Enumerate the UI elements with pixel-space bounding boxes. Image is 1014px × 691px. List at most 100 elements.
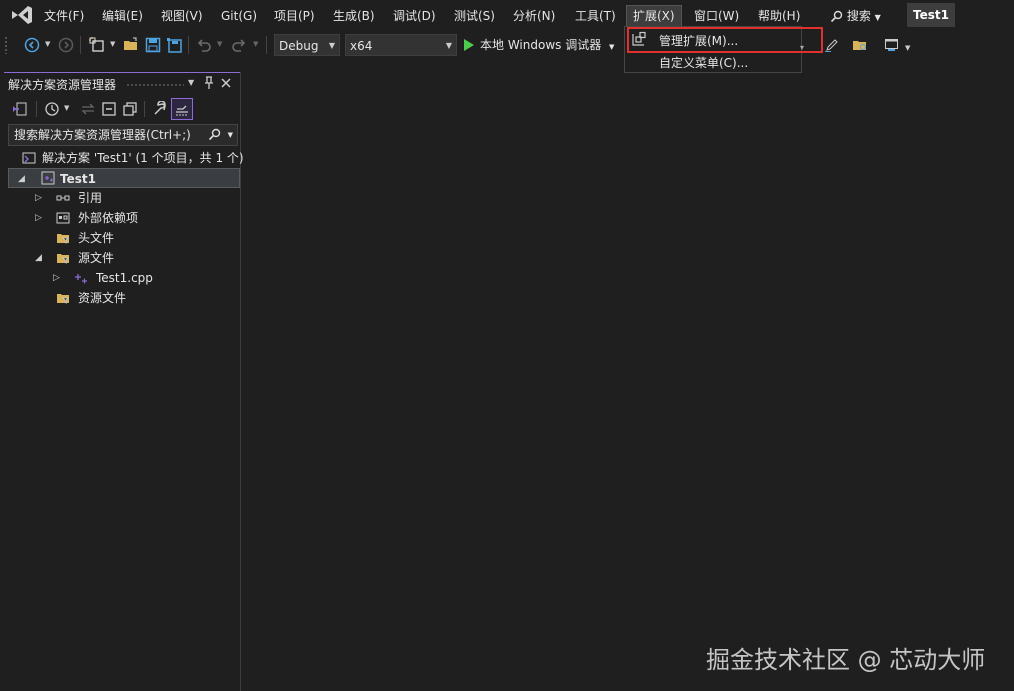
collapse-all-icon[interactable]	[101, 101, 117, 117]
toolbar-overflow-icon[interactable]: ▼	[905, 44, 910, 52]
solution-platform-select[interactable]: x64 ▼	[345, 34, 457, 56]
menu-help[interactable]: 帮助(H)	[758, 7, 800, 25]
preview-selected-items-button[interactable]	[171, 98, 193, 120]
tree-label: 头文件	[78, 231, 115, 245]
navigate-forward-icon[interactable]	[58, 37, 74, 53]
collapsed-arrow-icon[interactable]: ▷	[53, 268, 60, 288]
menu-build[interactable]: 生成(B)	[333, 7, 375, 25]
filter-dropdown-icon[interactable]: ▼	[64, 104, 69, 112]
menu-project[interactable]: 项目(P)	[274, 7, 315, 25]
save-icon[interactable]	[145, 37, 161, 53]
undo-icon[interactable]	[196, 37, 212, 53]
solution-explorer-title: 解决方案资源管理器	[8, 78, 117, 92]
expand-arrow-icon[interactable]: ◢	[35, 248, 42, 268]
tree-label: 源文件	[78, 251, 115, 265]
menu-analyze[interactable]: 分析(N)	[513, 7, 555, 25]
cpp-project-icon	[41, 171, 55, 185]
tree-header-files-node[interactable]: 头文件	[8, 228, 240, 248]
collapsed-arrow-icon[interactable]: ▷	[35, 208, 42, 228]
navigate-back-icon[interactable]	[24, 37, 40, 53]
external-dependencies-icon	[56, 212, 70, 224]
solution-search-input[interactable]: 搜索解决方案资源管理器(Ctrl+;) ▼	[8, 124, 238, 146]
menu-git[interactable]: Git(G)	[221, 7, 257, 25]
global-search-button[interactable]: 搜索 ▼	[830, 7, 881, 24]
start-debugging-button[interactable]: 本地 Windows 调试器 ▼	[464, 36, 614, 56]
toolbar-separator	[144, 101, 145, 117]
platform-value: x64	[350, 39, 373, 53]
chevron-down-icon: ▼	[609, 43, 615, 51]
chevron-down-icon: ▼	[445, 41, 452, 50]
new-item-dropdown-icon[interactable]: ▼	[110, 40, 115, 48]
run-label: 本地 Windows 调试器	[480, 38, 602, 52]
toolbar-separator	[36, 101, 37, 117]
window-layout-icon[interactable]	[884, 37, 900, 53]
switch-views-icon[interactable]	[12, 101, 28, 117]
panel-active-accent	[4, 72, 240, 73]
properties-wrench-icon[interactable]	[152, 101, 168, 117]
open-folder-icon[interactable]	[123, 37, 139, 53]
toolbar-separator	[188, 36, 189, 54]
tree-label: 引用	[78, 191, 103, 205]
pending-changes-filter-icon[interactable]	[44, 101, 60, 117]
tree-resource-files-node[interactable]: 资源文件	[8, 288, 240, 308]
chevron-down-icon: ▼	[328, 41, 335, 50]
search-label: 搜索	[846, 9, 871, 23]
search-options-icon[interactable]: ▼	[228, 125, 233, 145]
chevron-down-icon: ▼	[874, 13, 881, 22]
solution-icon	[22, 152, 36, 164]
tree-label: 资源文件	[78, 291, 127, 305]
filter-folder-icon	[57, 294, 69, 304]
toolbar-separator	[266, 36, 267, 54]
tree-label: Test1.cpp	[96, 271, 153, 285]
solution-name-badge[interactable]: Test1	[907, 3, 955, 27]
tree-label: 外部依赖项	[78, 211, 139, 225]
play-icon	[464, 38, 474, 51]
tree-external-deps-node[interactable]: ▷ 外部依赖项	[8, 208, 240, 228]
back-dropdown-icon[interactable]: ▼	[45, 40, 50, 48]
visual-studio-logo-icon[interactable]	[10, 5, 34, 25]
solution-configuration-select[interactable]: Debug ▼	[274, 34, 340, 56]
menu-file[interactable]: 文件(F)	[44, 7, 84, 25]
save-all-icon[interactable]	[166, 37, 182, 53]
edit-pencil-icon[interactable]	[824, 37, 840, 53]
panel-options-icon[interactable]: ▼	[188, 78, 194, 87]
search-placeholder: 搜索解决方案资源管理器(Ctrl+;)	[14, 128, 191, 142]
menu-test[interactable]: 测试(S)	[454, 7, 495, 25]
menu-edit[interactable]: 编辑(E)	[102, 7, 143, 25]
collapsed-arrow-icon[interactable]: ▷	[35, 188, 42, 208]
watermark-text: 掘金技术社区 @ 芯动大师	[706, 646, 986, 674]
menu-window[interactable]: 窗口(W)	[694, 7, 739, 25]
new-project-icon[interactable]	[89, 37, 105, 53]
show-all-files-icon[interactable]	[122, 101, 138, 117]
tree-label: 解决方案 'Test1' (1 个项目，共 1 个)	[42, 151, 244, 165]
close-icon[interactable]	[221, 78, 231, 88]
search-icon	[830, 10, 843, 23]
folder-search-icon[interactable]	[852, 37, 868, 53]
preview-icon	[176, 105, 188, 116]
panel-drag-grip[interactable]	[126, 83, 184, 87]
tree-cpp-file-node[interactable]: ▷ Test1.cpp	[8, 268, 240, 288]
pin-icon[interactable]	[203, 76, 215, 90]
filter-folder-open-icon	[57, 254, 69, 264]
menu-debug[interactable]: 调试(D)	[393, 7, 436, 25]
menu-tools[interactable]: 工具(T)	[575, 7, 616, 25]
toolbar-grip[interactable]	[4, 36, 8, 54]
tree-project-node[interactable]: ◢ Test1	[8, 168, 240, 188]
menu-item-customize-menu[interactable]: 自定义菜单(C)...	[659, 54, 748, 71]
sync-with-active-document-icon[interactable]	[80, 101, 96, 117]
undo-dropdown-icon[interactable]: ▼	[217, 40, 222, 48]
search-icon	[208, 128, 221, 141]
configuration-value: Debug	[279, 39, 319, 53]
redo-icon[interactable]	[231, 37, 247, 53]
filter-folder-icon	[57, 234, 69, 244]
tree-solution-node[interactable]: 解决方案 'Test1' (1 个项目，共 1 个)	[8, 148, 244, 168]
cpp-file-icon	[75, 274, 87, 284]
expand-arrow-icon[interactable]: ◢	[18, 169, 25, 189]
tree-label: Test1	[60, 172, 96, 186]
redo-dropdown-icon[interactable]: ▼	[253, 40, 258, 48]
tree-source-files-node[interactable]: ◢ 源文件	[8, 248, 240, 268]
menu-view[interactable]: 视图(V)	[161, 7, 203, 25]
toolbar-separator	[80, 36, 81, 54]
menu-extensions[interactable]: 扩展(X)	[626, 5, 682, 27]
tree-references-node[interactable]: ▷ 引用	[8, 188, 240, 208]
